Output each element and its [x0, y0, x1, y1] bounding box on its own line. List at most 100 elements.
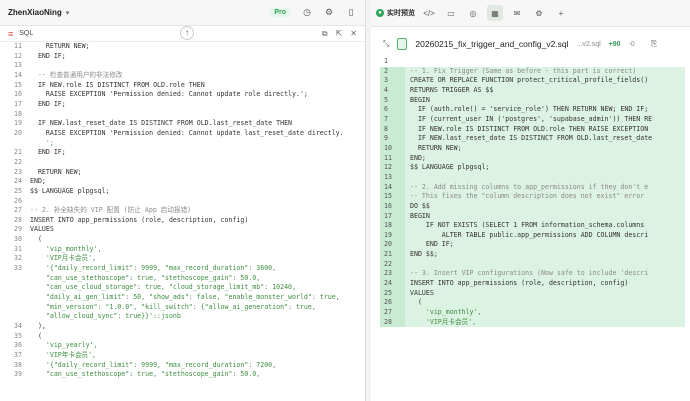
line-number: 27: [14, 206, 22, 215]
code-line: 28 INSERT INTO app_permissions (role, des…: [0, 216, 366, 226]
code-line: 35 (: [0, 332, 366, 342]
add-tab-icon[interactable]: +: [553, 5, 569, 21]
diff-line: 19 ALTER TABLE public.app_permissions AD…: [380, 230, 685, 241]
code-text: '{"daily_record_limit": 9999, "max_recor…: [30, 264, 277, 273]
diff-code-view[interactable]: 1 2 -- 1. Fix Trigger (Same as before - th…: [380, 57, 685, 401]
diff-line: 26 (: [380, 298, 685, 309]
code-line: "allow_cloud_sync": true}}'::jsonb: [0, 312, 366, 322]
diff-code-text: IF NEW.role IS DISTINCT FROM OLD.role TH…: [405, 124, 685, 135]
close-icon[interactable]: ✕: [350, 29, 357, 39]
pro-badge[interactable]: Pro: [269, 8, 291, 17]
code-text: 'VIP月卡会员',: [30, 254, 97, 263]
code-line: 16 RAISE EXCEPTION 'Permission denied: C…: [0, 90, 366, 100]
copy-icon[interactable]: ⧉: [322, 29, 328, 39]
copy-icon[interactable]: ⎘: [651, 39, 657, 49]
code-text: END IF;: [30, 51, 66, 60]
diff-line: 23 -- 3. Insert VIP configurations (Now s…: [380, 269, 685, 280]
line-number: 30: [14, 235, 22, 244]
code-line: 25 $$ LANGUAGE plpgsql;: [0, 187, 366, 197]
code-text: IF NEW.last_reset_date IS DISTINCT FROM …: [30, 119, 293, 128]
line-number: 20: [14, 128, 22, 137]
line-number: [0, 283, 30, 293]
diff-line-number: 18: [380, 221, 405, 231]
diff-line-number: 21: [380, 250, 405, 260]
code-line: 31 'vip_monthly',: [0, 245, 366, 255]
code-text: "can_use_stethoscope": true, "stethoscop…: [30, 273, 261, 282]
sql-code-view[interactable]: 11 RETURN NEW; 12 END IF; 13 14 -- 检查普通用户的非…: [0, 42, 366, 401]
diff-line-number: 7: [380, 114, 405, 125]
diff-line: 18 IF NOT EXISTS (SELECT 1 FROM informat…: [380, 221, 685, 231]
diff-line: 15 -- This fixes the "column description …: [380, 192, 685, 202]
diff-line: 13: [380, 172, 685, 183]
diff-code-text: ALTER TABLE public.app_permissions ADD C…: [405, 230, 685, 241]
code-text: INSERT INTO app_permissions (role, descr…: [30, 215, 249, 224]
line-number: 18: [14, 109, 22, 118]
diff-code-text: IF NEW.last_reset_date IS DISTINCT FROM …: [405, 134, 685, 144]
diff-line-number: 9: [380, 134, 405, 144]
code-line: 18: [0, 110, 366, 120]
code-line: 33 '{"daily_record_limit": 9999, "max_re…: [0, 264, 366, 274]
open-external-icon[interactable]: ⇱: [336, 29, 343, 39]
diff-code-text: 'vip_monthly',: [405, 308, 685, 318]
diff-line: 24 INSERT INTO app_permissions (role, des…: [380, 279, 685, 289]
diff-line-number: 6: [380, 105, 405, 115]
code-line: 36 'vip_yearly',: [0, 341, 366, 351]
history-icon[interactable]: ◷: [301, 7, 313, 18]
sidebar-toggle-icon[interactable]: ▯: [345, 7, 357, 18]
code-view-icon[interactable]: </>: [421, 5, 437, 21]
diff-line: 9 IF NEW.last_reset_date IS DISTINCT FRO…: [380, 134, 685, 144]
menu-icon[interactable]: ≡: [8, 29, 13, 39]
diff-line: 21 END $$;: [380, 250, 685, 260]
diff-line-number: 25: [380, 288, 405, 299]
file-name: 20260215_fix_trigger_and_config_v2.sql: [415, 39, 569, 49]
line-number: 35: [14, 331, 22, 340]
diff-code-text: END $$;: [405, 250, 685, 260]
diff-line-number: 12: [380, 163, 405, 173]
code-line: 13: [0, 61, 366, 71]
line-number: [0, 312, 30, 322]
chevron-down-icon[interactable]: ▾: [66, 9, 70, 17]
line-number: [0, 274, 30, 284]
code-text: "can_use_cloud_storage": true, "cloud_st…: [30, 283, 296, 292]
diff-code-text: -- This fixes the "column description do…: [405, 192, 685, 202]
line-number: 21: [14, 148, 22, 157]
settings-icon[interactable]: ⚙: [531, 5, 547, 21]
diff-code-text: $$ LANGUAGE plpgsql;: [405, 163, 685, 173]
code-line: 39 "can_use_stethoscope": true, "stethos…: [0, 370, 366, 380]
diff-code-text: [405, 259, 685, 270]
gear-icon[interactable]: ⚙: [323, 7, 335, 18]
code-text: "can_use_stethoscope": true, "stethoscop…: [30, 370, 261, 379]
workspace-header: ZhenXiaoNing ▾ Pro ◷ ⚙ ▯: [0, 0, 365, 26]
tab-live-preview[interactable]: ● 实时预览: [376, 8, 415, 18]
diff-code-text: [405, 172, 685, 183]
diff-line-number: 24: [380, 279, 405, 289]
screen-icon[interactable]: ▭: [443, 5, 459, 21]
table-icon[interactable]: ▦: [487, 5, 503, 21]
diff-code-text: BEGIN: [405, 95, 685, 106]
line-number: [0, 303, 30, 313]
scroll-up-button[interactable]: ↑: [180, 26, 194, 40]
code-text: 'VIP年卡会员',: [30, 351, 97, 359]
mail-icon[interactable]: ✉: [509, 5, 525, 21]
code-text: $$ LANGUAGE plpgsql;: [30, 186, 110, 195]
line-number: 23: [14, 167, 22, 176]
code-text: RETURN NEW;: [30, 42, 90, 50]
code-line: 15 IF NEW.role IS DISTINCT FROM OLD.role…: [0, 81, 366, 91]
compass-icon[interactable]: ◎: [465, 5, 481, 21]
collapse-icon[interactable]: ⤡: [383, 39, 389, 49]
diff-code-text: RETURNS TRIGGER AS $$: [405, 85, 685, 96]
diff-line: 10 RETURN NEW;: [380, 143, 685, 154]
diff-line: 5 BEGIN: [380, 95, 685, 106]
diff-line-number: 13: [380, 172, 405, 183]
diff-code-text: -- 1. Fix Trigger (Same as before - this…: [405, 66, 685, 77]
line-number: [0, 139, 30, 149]
code-text: -- 检查普通用户的非法修改: [30, 70, 123, 79]
line-number: 14: [14, 70, 22, 79]
diff-code-text: END;: [405, 153, 685, 164]
workspace-name[interactable]: ZhenXiaoNing: [8, 8, 62, 17]
diff-line-number: 10: [380, 143, 405, 154]
diff-code-text: BEGIN: [405, 211, 685, 222]
code-text: RETURN NEW;: [30, 167, 82, 176]
sql-file-icon: [397, 38, 408, 50]
code-line: "daily_ai_gen_limit": 50, "show_ads": fa…: [0, 293, 366, 303]
